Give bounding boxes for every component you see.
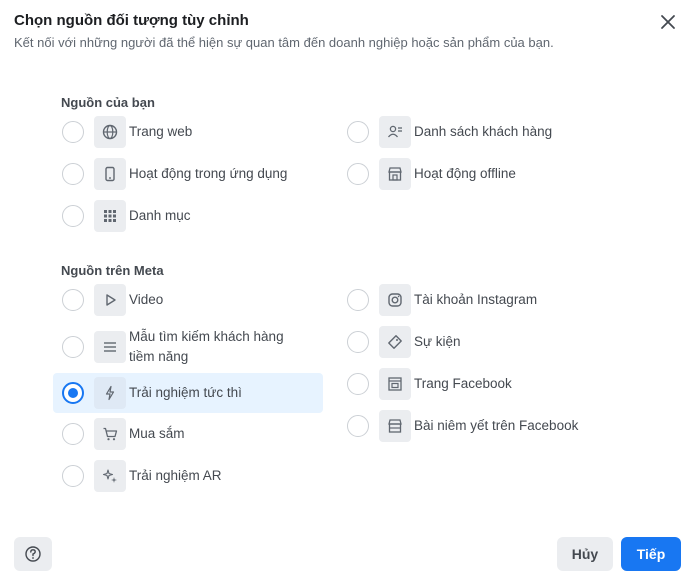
option-instagram-account[interactable]: Tài khoản Instagram <box>347 280 537 320</box>
globe-icon <box>94 116 126 148</box>
ticket-icon <box>379 326 411 358</box>
grid-icon <box>94 200 126 232</box>
option-offline-activity[interactable]: Hoạt động offline <box>347 154 516 194</box>
help-button[interactable] <box>14 537 52 571</box>
option-website[interactable]: Trang web <box>62 112 192 152</box>
section-heading-meta-sources: Nguồn trên Meta <box>61 263 164 278</box>
lines-icon <box>94 331 126 363</box>
option-facebook-listings[interactable]: Bài niêm yết trên Facebook <box>347 406 578 446</box>
marketplace-icon <box>379 410 411 442</box>
mobile-app-icon <box>94 158 126 190</box>
page-icon <box>379 368 411 400</box>
customer-list-icon <box>379 116 411 148</box>
radio-button[interactable] <box>347 289 369 311</box>
option-label: Trải nghiệm AR <box>129 468 222 483</box>
help-icon <box>25 546 41 562</box>
option-label: Trang Facebook <box>414 376 512 391</box>
option-shopping[interactable]: Mua sắm <box>62 414 185 454</box>
option-label: Danh mục <box>129 208 191 223</box>
dialog-subtitle: Kết nối với những người đã thể hiện sự q… <box>14 35 554 50</box>
radio-button-selected[interactable] <box>62 382 84 404</box>
radio-button[interactable] <box>62 205 84 227</box>
option-label: Hoạt động offline <box>414 166 516 181</box>
radio-button[interactable] <box>347 415 369 437</box>
play-icon <box>94 284 126 316</box>
dialog-title: Chọn nguồn đối tượng tùy chỉnh <box>14 12 249 29</box>
option-label: Video <box>129 292 164 307</box>
option-label: Trải nghiệm tức thì <box>129 385 242 400</box>
option-customer-list[interactable]: Danh sách khách hàng <box>347 112 552 152</box>
option-facebook-page[interactable]: Trang Facebook <box>347 364 512 404</box>
option-label: Trang web <box>129 124 193 139</box>
radio-button[interactable] <box>347 373 369 395</box>
bolt-icon <box>94 377 126 409</box>
option-ar-experience[interactable]: Trải nghiệm AR <box>62 456 222 496</box>
radio-button[interactable] <box>62 289 84 311</box>
option-event[interactable]: Sự kiện <box>347 322 461 362</box>
next-button[interactable]: Tiếp <box>621 537 681 571</box>
option-label: Bài niêm yết trên Facebook <box>414 418 579 433</box>
cart-icon <box>94 418 126 450</box>
option-label: Sự kiện <box>414 334 461 349</box>
section-heading-your-sources: Nguồn của bạn <box>61 95 155 110</box>
option-label: Mua sắm <box>129 426 185 441</box>
radio-button[interactable] <box>62 163 84 185</box>
close-icon[interactable] <box>659 13 677 31</box>
radio-button[interactable] <box>62 423 84 445</box>
radio-button[interactable] <box>62 336 84 358</box>
instagram-icon <box>379 284 411 316</box>
option-label: Tài khoản Instagram <box>414 292 538 307</box>
radio-button[interactable] <box>347 331 369 353</box>
option-app-activity[interactable]: Hoạt động trong ứng dụng <box>62 154 287 194</box>
radio-button[interactable] <box>62 465 84 487</box>
ar-sparkle-icon <box>94 460 126 492</box>
option-lead-form[interactable]: Mẫu tìm kiếm khách hàng tiềm năng <box>62 322 309 372</box>
store-icon <box>379 158 411 190</box>
option-label: Danh sách khách hàng <box>414 124 553 139</box>
option-video[interactable]: Video <box>62 280 163 320</box>
option-label: Mẫu tìm kiếm khách hàng tiềm năng <box>129 329 284 364</box>
option-label: Hoạt động trong ứng dụng <box>129 166 288 181</box>
radio-button[interactable] <box>62 121 84 143</box>
option-catalog[interactable]: Danh mục <box>62 196 191 236</box>
radio-button[interactable] <box>347 121 369 143</box>
option-instant-experience[interactable]: Trải nghiệm tức thì <box>53 373 323 413</box>
cancel-button[interactable]: Hủy <box>557 537 613 571</box>
radio-button[interactable] <box>347 163 369 185</box>
